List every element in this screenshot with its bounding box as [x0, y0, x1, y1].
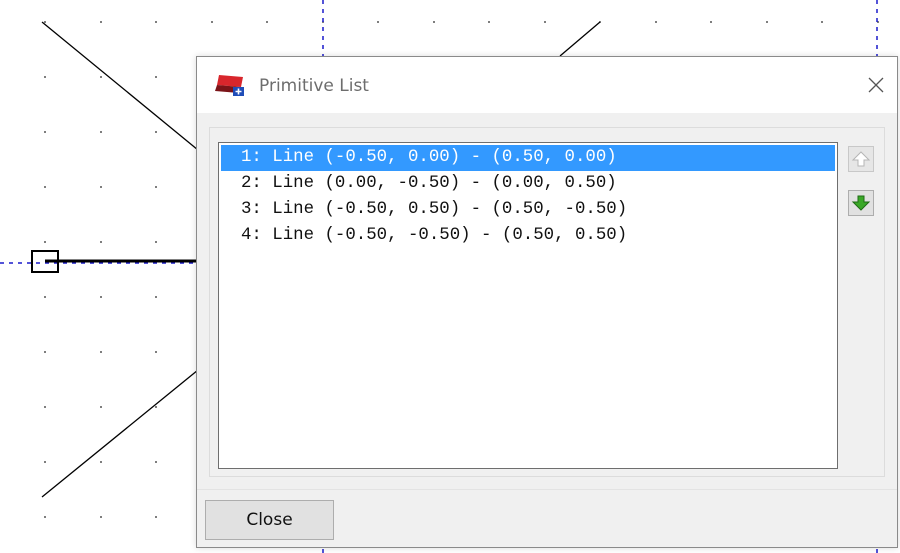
grid-dot [655, 21, 657, 23]
primitive-editor-icon [215, 75, 244, 96]
grid-dot [155, 461, 157, 463]
grid-dot [100, 406, 102, 408]
grid-dot [44, 461, 46, 463]
grid-dot [100, 461, 102, 463]
grid-dot [155, 131, 157, 133]
move-up-button[interactable] [848, 146, 874, 172]
grid-dot [377, 21, 379, 23]
list-item[interactable]: 1: Line (-0.50, 0.00) - (0.50, 0.00) [221, 145, 835, 171]
footer-separator [197, 489, 897, 490]
grid-dot [44, 406, 46, 408]
grid-dot [155, 186, 157, 188]
grid-dot [44, 76, 46, 78]
grid-dot [44, 186, 46, 188]
grid-dot [766, 21, 768, 23]
grid-dot [44, 241, 46, 243]
list-item[interactable]: 2: Line (0.00, -0.50) - (0.00, 0.50) [221, 171, 835, 197]
grid-dot [544, 21, 546, 23]
grid-dot [155, 296, 157, 298]
grid-dot [155, 21, 157, 23]
arrow-down-icon [851, 195, 871, 211]
grid-dot [100, 516, 102, 518]
grid-dot [44, 21, 46, 23]
grid-dot [44, 516, 46, 518]
grid-dot [44, 351, 46, 353]
grid-dot [155, 76, 157, 78]
primitive-list-dialog: Primitive List 1: Line (-0.50, 0.00) - (… [196, 56, 898, 548]
grid-dot [100, 21, 102, 23]
grid-dot [433, 21, 435, 23]
grid-dot [155, 241, 157, 243]
close-icon[interactable] [859, 69, 893, 101]
primitive-line-diagonal-upper-right [559, 21, 601, 57]
grid-dot [44, 131, 46, 133]
primitive-line-diagonal-lower-left [41, 369, 199, 498]
grid-dot [100, 186, 102, 188]
grid-dot [710, 21, 712, 23]
grid-dot [100, 296, 102, 298]
grid-dot [211, 21, 213, 23]
dialog-title: Primitive List [259, 76, 369, 96]
grid-dot [155, 351, 157, 353]
move-down-button[interactable] [848, 190, 874, 216]
primitive-line-diagonal-upper-left [41, 21, 199, 151]
grid-dot [155, 516, 157, 518]
title-bar[interactable]: Primitive List [197, 57, 897, 113]
grid-dot [100, 351, 102, 353]
arrow-up-icon [851, 151, 871, 167]
grid-dot [155, 406, 157, 408]
grid-dot [821, 21, 823, 23]
grid-dot [100, 241, 102, 243]
grid-dot [266, 21, 268, 23]
grid-dot [100, 76, 102, 78]
grid-dot [100, 131, 102, 133]
list-item[interactable]: 4: Line (-0.50, -0.50) - (0.50, 0.50) [221, 223, 835, 249]
list-item[interactable]: 3: Line (-0.50, 0.50) - (0.50, -0.50) [221, 197, 835, 223]
grid-dot [488, 21, 490, 23]
primitive-list[interactable]: 1: Line (-0.50, 0.00) - (0.50, 0.00) 2: … [218, 142, 838, 469]
close-button[interactable]: Close [205, 500, 334, 540]
grid-dot [44, 296, 46, 298]
